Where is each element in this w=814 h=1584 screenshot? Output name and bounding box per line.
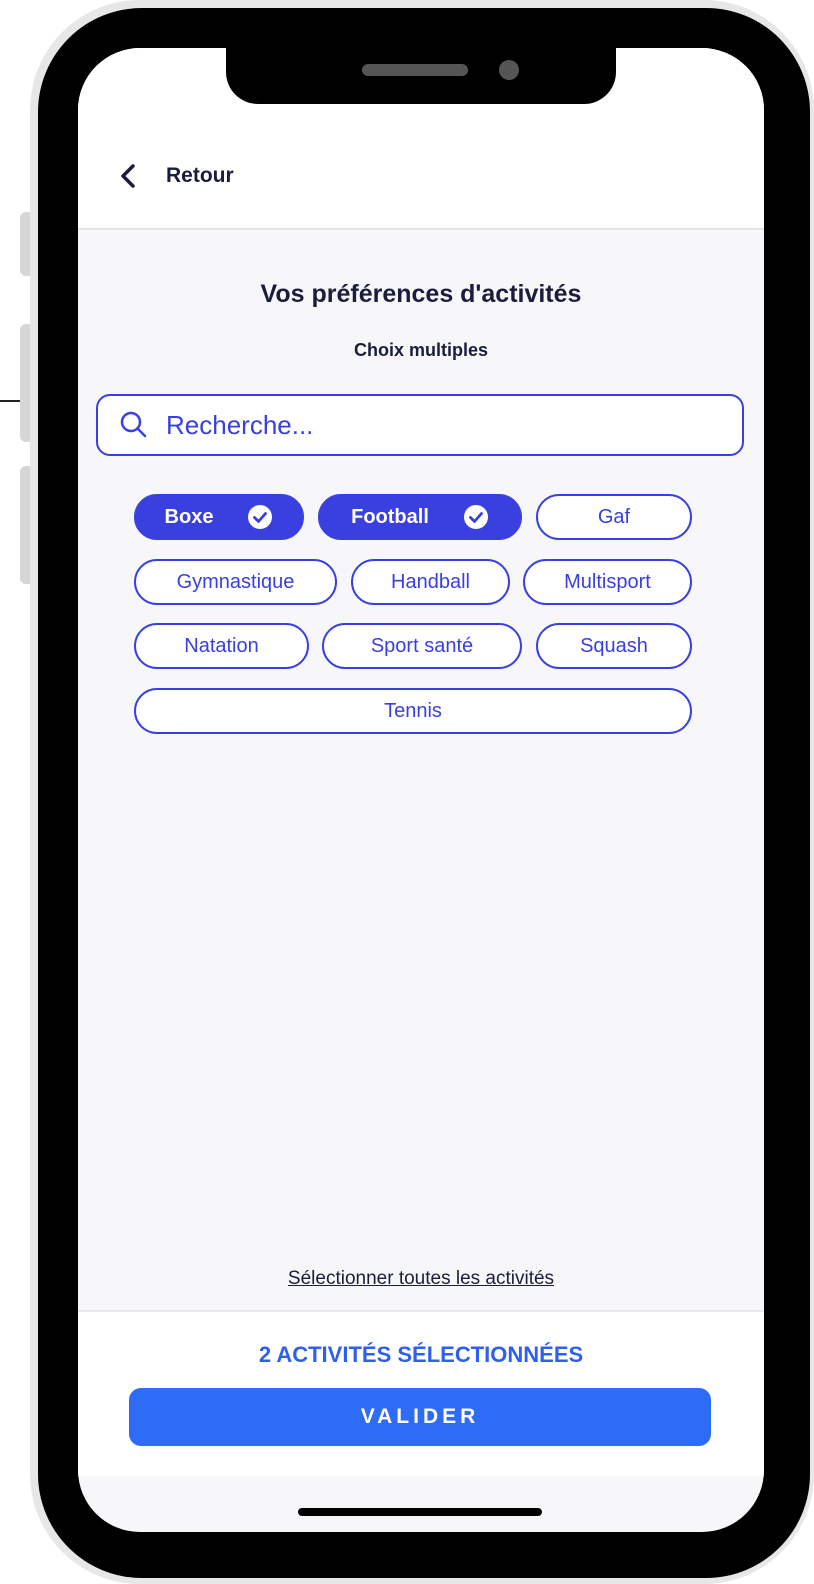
search-field[interactable] [96,394,744,456]
chip-label: Natation [184,634,259,657]
chip-sport-sante[interactable]: Sport santé [322,623,522,669]
chip-gymnastique[interactable]: Gymnastique [134,559,337,605]
home-indicator [298,1508,542,1516]
chevron-left-icon [121,164,135,188]
page-stage: Retour Vos préférences d'activités Choix… [0,0,814,1584]
search-icon [120,411,147,438]
validate-button[interactable]: VALIDER [129,1388,711,1446]
chip-tennis[interactable]: Tennis [134,688,692,734]
back-label: Retour [166,164,234,187]
chip-label: Multisport [564,570,651,593]
search-input[interactable] [164,408,728,442]
chip-boxe[interactable]: Boxe [134,494,304,540]
check-circle-icon [463,505,488,529]
chip-label: Handball [391,570,470,593]
page-title: Vos préférences d'activités [260,280,582,308]
chip-label: Squash [580,634,648,657]
phone-notch [226,48,616,104]
chip-label: Gymnastique [176,570,295,593]
phone-screen: Retour Vos préférences d'activités Choix… [78,48,764,1532]
chip-label: Tennis [384,699,442,722]
select-all-link[interactable]: Sélectionner toutes les activités [78,1268,764,1290]
chip-natation[interactable]: Natation [134,623,309,669]
chip-multisport[interactable]: Multisport [523,559,692,605]
chip-squash[interactable]: Squash [536,623,692,669]
back-button[interactable]: Retour [116,160,234,192]
chip-label: Sport santé [370,634,474,657]
chip-gaf[interactable]: Gaf [536,494,692,540]
chip-handball[interactable]: Handball [351,559,510,605]
selected-count: 2 ACTIVITÉS SÉLECTIONNÉES [258,1342,584,1367]
chip-label: Football [351,505,429,528]
front-camera [499,60,519,80]
speaker-grille [362,64,468,76]
check-circle-icon [248,505,273,529]
chip-label: Gaf [597,505,631,528]
chip-football[interactable]: Football [318,494,522,540]
page-subtitle: Choix multiples [353,340,488,360]
chip-label: Boxe [164,505,214,528]
